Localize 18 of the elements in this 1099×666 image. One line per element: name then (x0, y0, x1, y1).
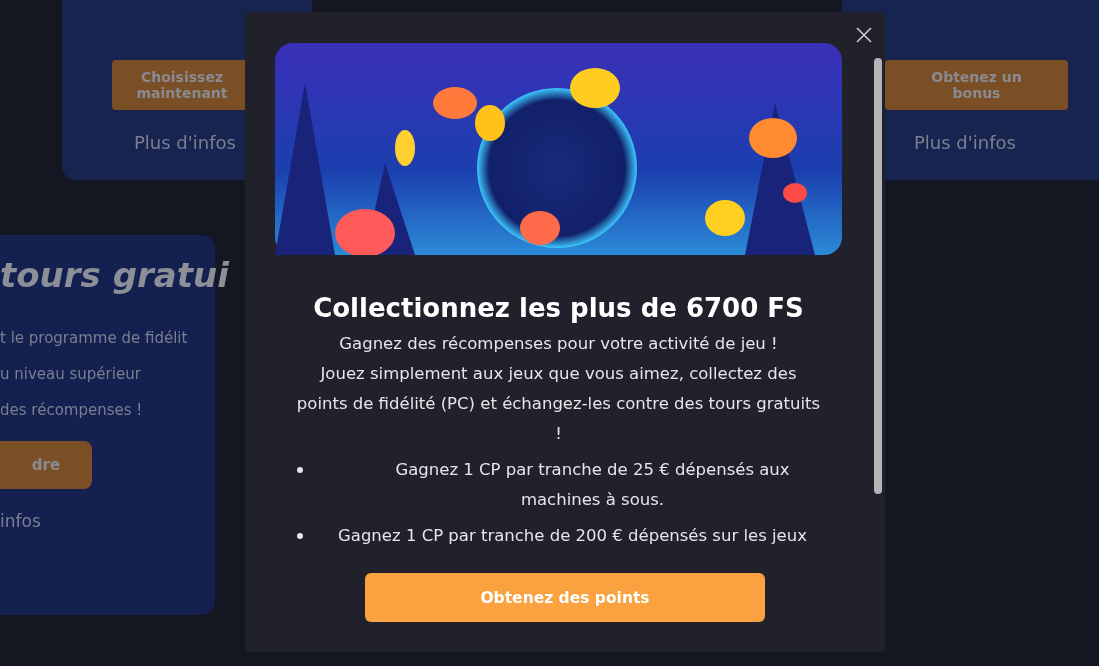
description-text: Jouez simplement aux jeux que vous aimez, collectez des points de fidélité (PC) et échangez-les contre des tours gratuits ! (295, 363, 822, 445)
promo-text: u niveau supérieur (0, 365, 141, 383)
get-points-button[interactable]: Obtenez des points (365, 573, 765, 622)
more-info-link[interactable]: infos (0, 511, 41, 531)
bonus-button[interactable]: Obtenez un bonus (885, 60, 1068, 110)
bullet-icon (297, 533, 303, 539)
bullet-text: Gagnez 1 CP par tranche de 200 € dépensés sur les jeux (337, 525, 808, 547)
close-icon[interactable] (856, 27, 872, 43)
modal-title: Collectionnez les plus de 6700 FS (313, 293, 804, 323)
more-info-link[interactable]: Plus d'infos (134, 132, 236, 153)
promo-text: des récompenses ! (0, 401, 143, 419)
more-info-link[interactable]: Plus d'infos (914, 132, 1016, 153)
promo-button[interactable]: dre (0, 441, 92, 489)
promo-text: t le programme de fidélit (0, 329, 188, 347)
bullet-icon (297, 467, 303, 473)
promo-title: tours gratui (0, 255, 229, 295)
description-text: Gagnez des récompenses pour votre activité de jeu ! (338, 333, 779, 355)
bullet-text: Gagnez 1 CP par tranche de 25 € dépensés aux machines à sous. (394, 459, 791, 511)
